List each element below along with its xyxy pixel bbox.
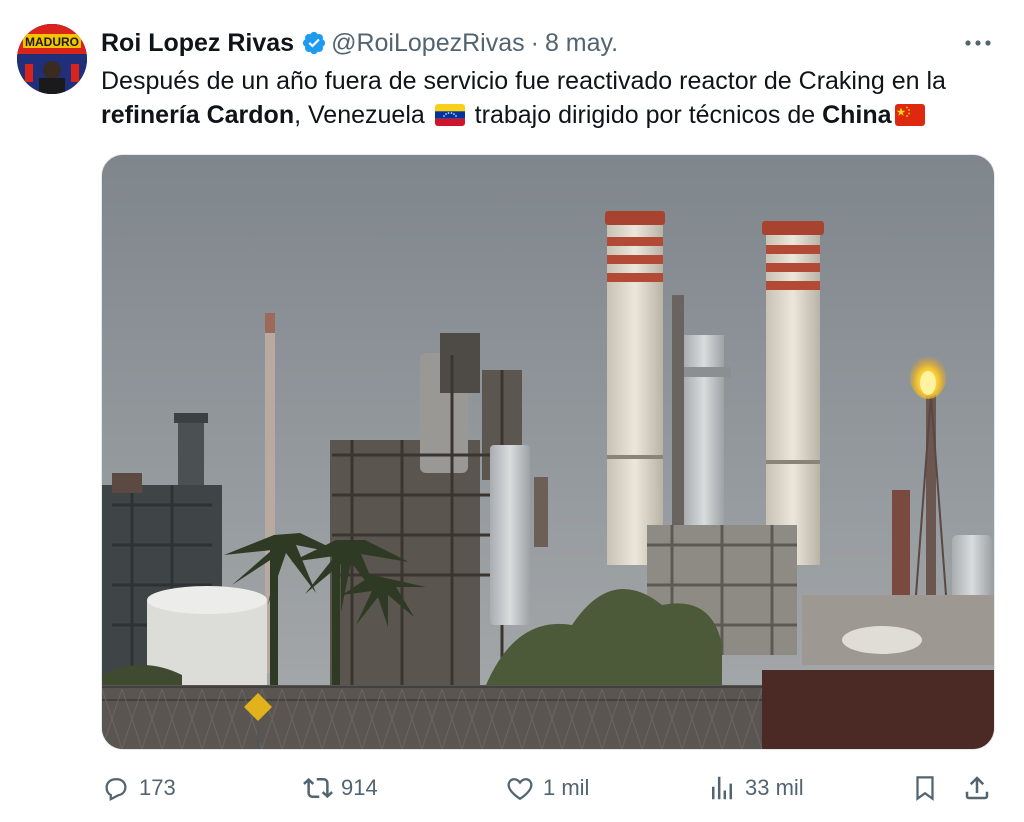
reply-button[interactable]: 173 — [101, 768, 176, 808]
tweet-text-part: Después de un año fuera de servicio fue … — [101, 67, 946, 95]
repost-icon — [303, 777, 333, 799]
venezuela-flag-icon — [434, 101, 465, 135]
tweet-actions: 173 914 1 mil 33 mil — [0, 768, 1024, 808]
tweet-text-bold-refineria: refinería Cardon — [101, 101, 295, 129]
heart-icon — [507, 778, 533, 801]
verified-badge-icon — [301, 30, 327, 56]
avatar[interactable]: MADURO — [17, 24, 87, 94]
china-flag-icon — [894, 101, 925, 135]
views-chart-icon — [712, 776, 732, 800]
tweet-media-photo[interactable] — [101, 154, 995, 750]
more-options-icon[interactable] — [962, 32, 994, 54]
like-button[interactable]: 1 mil — [505, 768, 589, 808]
bookmark-button[interactable] — [910, 768, 940, 808]
author-name[interactable]: Roi Lopez Rivas — [101, 29, 294, 58]
author-handle[interactable]: @RoiLopezRivas — [331, 29, 525, 58]
repost-button[interactable]: 914 — [303, 768, 378, 808]
share-icon — [965, 776, 989, 800]
tweet: MADURO Roi Lopez Rivas @RoiLopezRivas · … — [0, 0, 1024, 822]
share-button[interactable] — [962, 768, 992, 808]
tweet-text-part: trabajo dirigido por técnicos de — [467, 101, 823, 129]
avatar-logo-text: MADURO — [25, 35, 79, 49]
views-count: 33 mil — [745, 775, 804, 800]
tweet-header: Roi Lopez Rivas @RoiLopezRivas · 8 may. — [101, 26, 618, 60]
header-separator: · — [530, 28, 539, 57]
tweet-text-bold-china: China — [822, 101, 892, 129]
repost-count: 914 — [341, 775, 378, 800]
tweet-text: Después de un año fuera de servicio fue … — [101, 64, 1001, 135]
bookmark-icon — [916, 776, 934, 801]
tweet-date[interactable]: 8 may. — [545, 29, 618, 58]
tweet-text-part: , Venezuela — [294, 101, 432, 129]
views-button[interactable]: 33 mil — [707, 768, 804, 808]
like-count: 1 mil — [543, 775, 590, 800]
reply-icon — [105, 778, 127, 801]
reply-count: 173 — [139, 775, 176, 800]
